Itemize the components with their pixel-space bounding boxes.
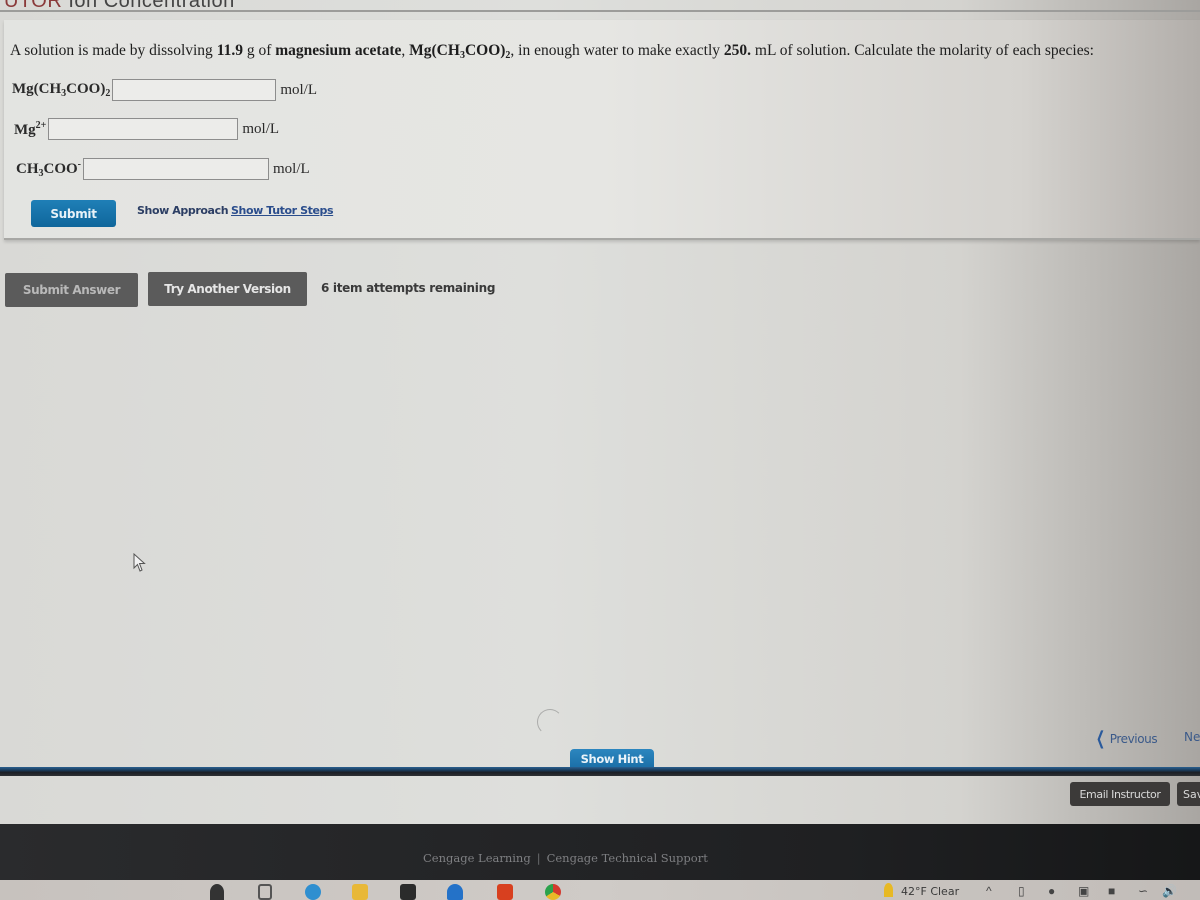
store-icon[interactable]	[400, 884, 416, 900]
navigation-divider	[0, 767, 1200, 776]
chevron-up-icon[interactable]: ^	[986, 884, 992, 898]
magnesium-acetate-molarity-input[interactable]	[112, 79, 277, 101]
save-button[interactable]: Save	[1177, 782, 1200, 806]
unit-label: mol/L	[273, 160, 310, 177]
cengage-learning-link[interactable]: Cengage Learning	[423, 851, 531, 865]
meet-now-icon[interactable]: ▣	[1078, 884, 1089, 898]
answer-row-magnesium-acetate: Mg(CH3COO)2 mol/L	[12, 79, 317, 101]
magnesium-ion-molarity-input[interactable]	[48, 118, 239, 140]
loading-spinner-icon	[537, 709, 563, 735]
volume-value: 250.	[723, 42, 752, 59]
office-icon[interactable]	[497, 884, 513, 900]
submit-button[interactable]: Submit	[31, 200, 116, 227]
answer-row-magnesium-ion: Mg2+ mol/L	[14, 118, 279, 140]
show-hint-button[interactable]: Show Hint	[570, 749, 654, 769]
previous-button[interactable]: ❮ Previous	[1093, 728, 1158, 749]
species-label: Mg(CH3COO)2	[12, 81, 111, 99]
compound-formula: Mg(CH3COO)2	[409, 42, 511, 61]
unit-label: mol/L	[242, 120, 280, 137]
search-icon[interactable]	[210, 884, 224, 900]
footer-separator: |	[536, 851, 541, 865]
volume-icon[interactable]: 🔊	[1162, 884, 1177, 898]
chrome-icon[interactable]	[545, 884, 561, 900]
os-taskbar: 42°F Clear ^ ▯ ● ▣ ■ ∽ 🔊	[0, 880, 1200, 900]
chevron-left-icon: ❮	[1095, 728, 1105, 749]
species-label: CH3COO-	[16, 159, 82, 179]
compound-name: magnesium acetate	[275, 42, 402, 59]
acetate-ion-molarity-input[interactable]	[83, 158, 270, 180]
submit-answer-button[interactable]: Submit Answer	[5, 273, 138, 307]
tablet-icon[interactable]: ▯	[1018, 884, 1025, 898]
mail-icon[interactable]	[447, 884, 463, 900]
answer-row-acetate-ion: CH3COO- mol/L	[16, 158, 310, 180]
unit-label: mol/L	[280, 81, 317, 98]
question-prompt: A solution is made by dissolving 11.9 g …	[10, 42, 1094, 61]
wifi-icon[interactable]: ∽	[1138, 884, 1148, 898]
task-view-icon[interactable]	[258, 884, 272, 900]
mouse-cursor-icon	[133, 553, 146, 572]
show-tutor-steps-link[interactable]: Show Tutor Steps	[231, 204, 334, 217]
email-instructor-button[interactable]: Email Instructor	[1070, 782, 1170, 806]
file-explorer-icon[interactable]	[352, 884, 368, 900]
mass-value: 11.9	[216, 42, 243, 59]
title-divider	[0, 10, 1200, 12]
try-another-version-button[interactable]: Try Another Version	[148, 272, 307, 306]
attempts-remaining: 6 item attempts remaining	[321, 281, 496, 295]
cloud-icon[interactable]: ●	[1048, 884, 1055, 898]
show-approach-link[interactable]: Show Approach	[137, 204, 229, 217]
next-button[interactable]: Next	[1184, 730, 1200, 744]
page-title: UTOR Ion Concentration	[4, 0, 235, 12]
battery-icon[interactable]: ■	[1108, 884, 1115, 898]
edge-browser-icon[interactable]	[305, 884, 321, 900]
weather-widget[interactable]: 42°F Clear	[884, 883, 959, 898]
weather-icon	[884, 883, 893, 897]
cengage-support-link[interactable]: Cengage Technical Support	[547, 851, 708, 865]
species-label: Mg2+	[14, 119, 47, 138]
page-footer: Cengage Learning | Cengage Technical Suppo…	[0, 824, 1200, 882]
